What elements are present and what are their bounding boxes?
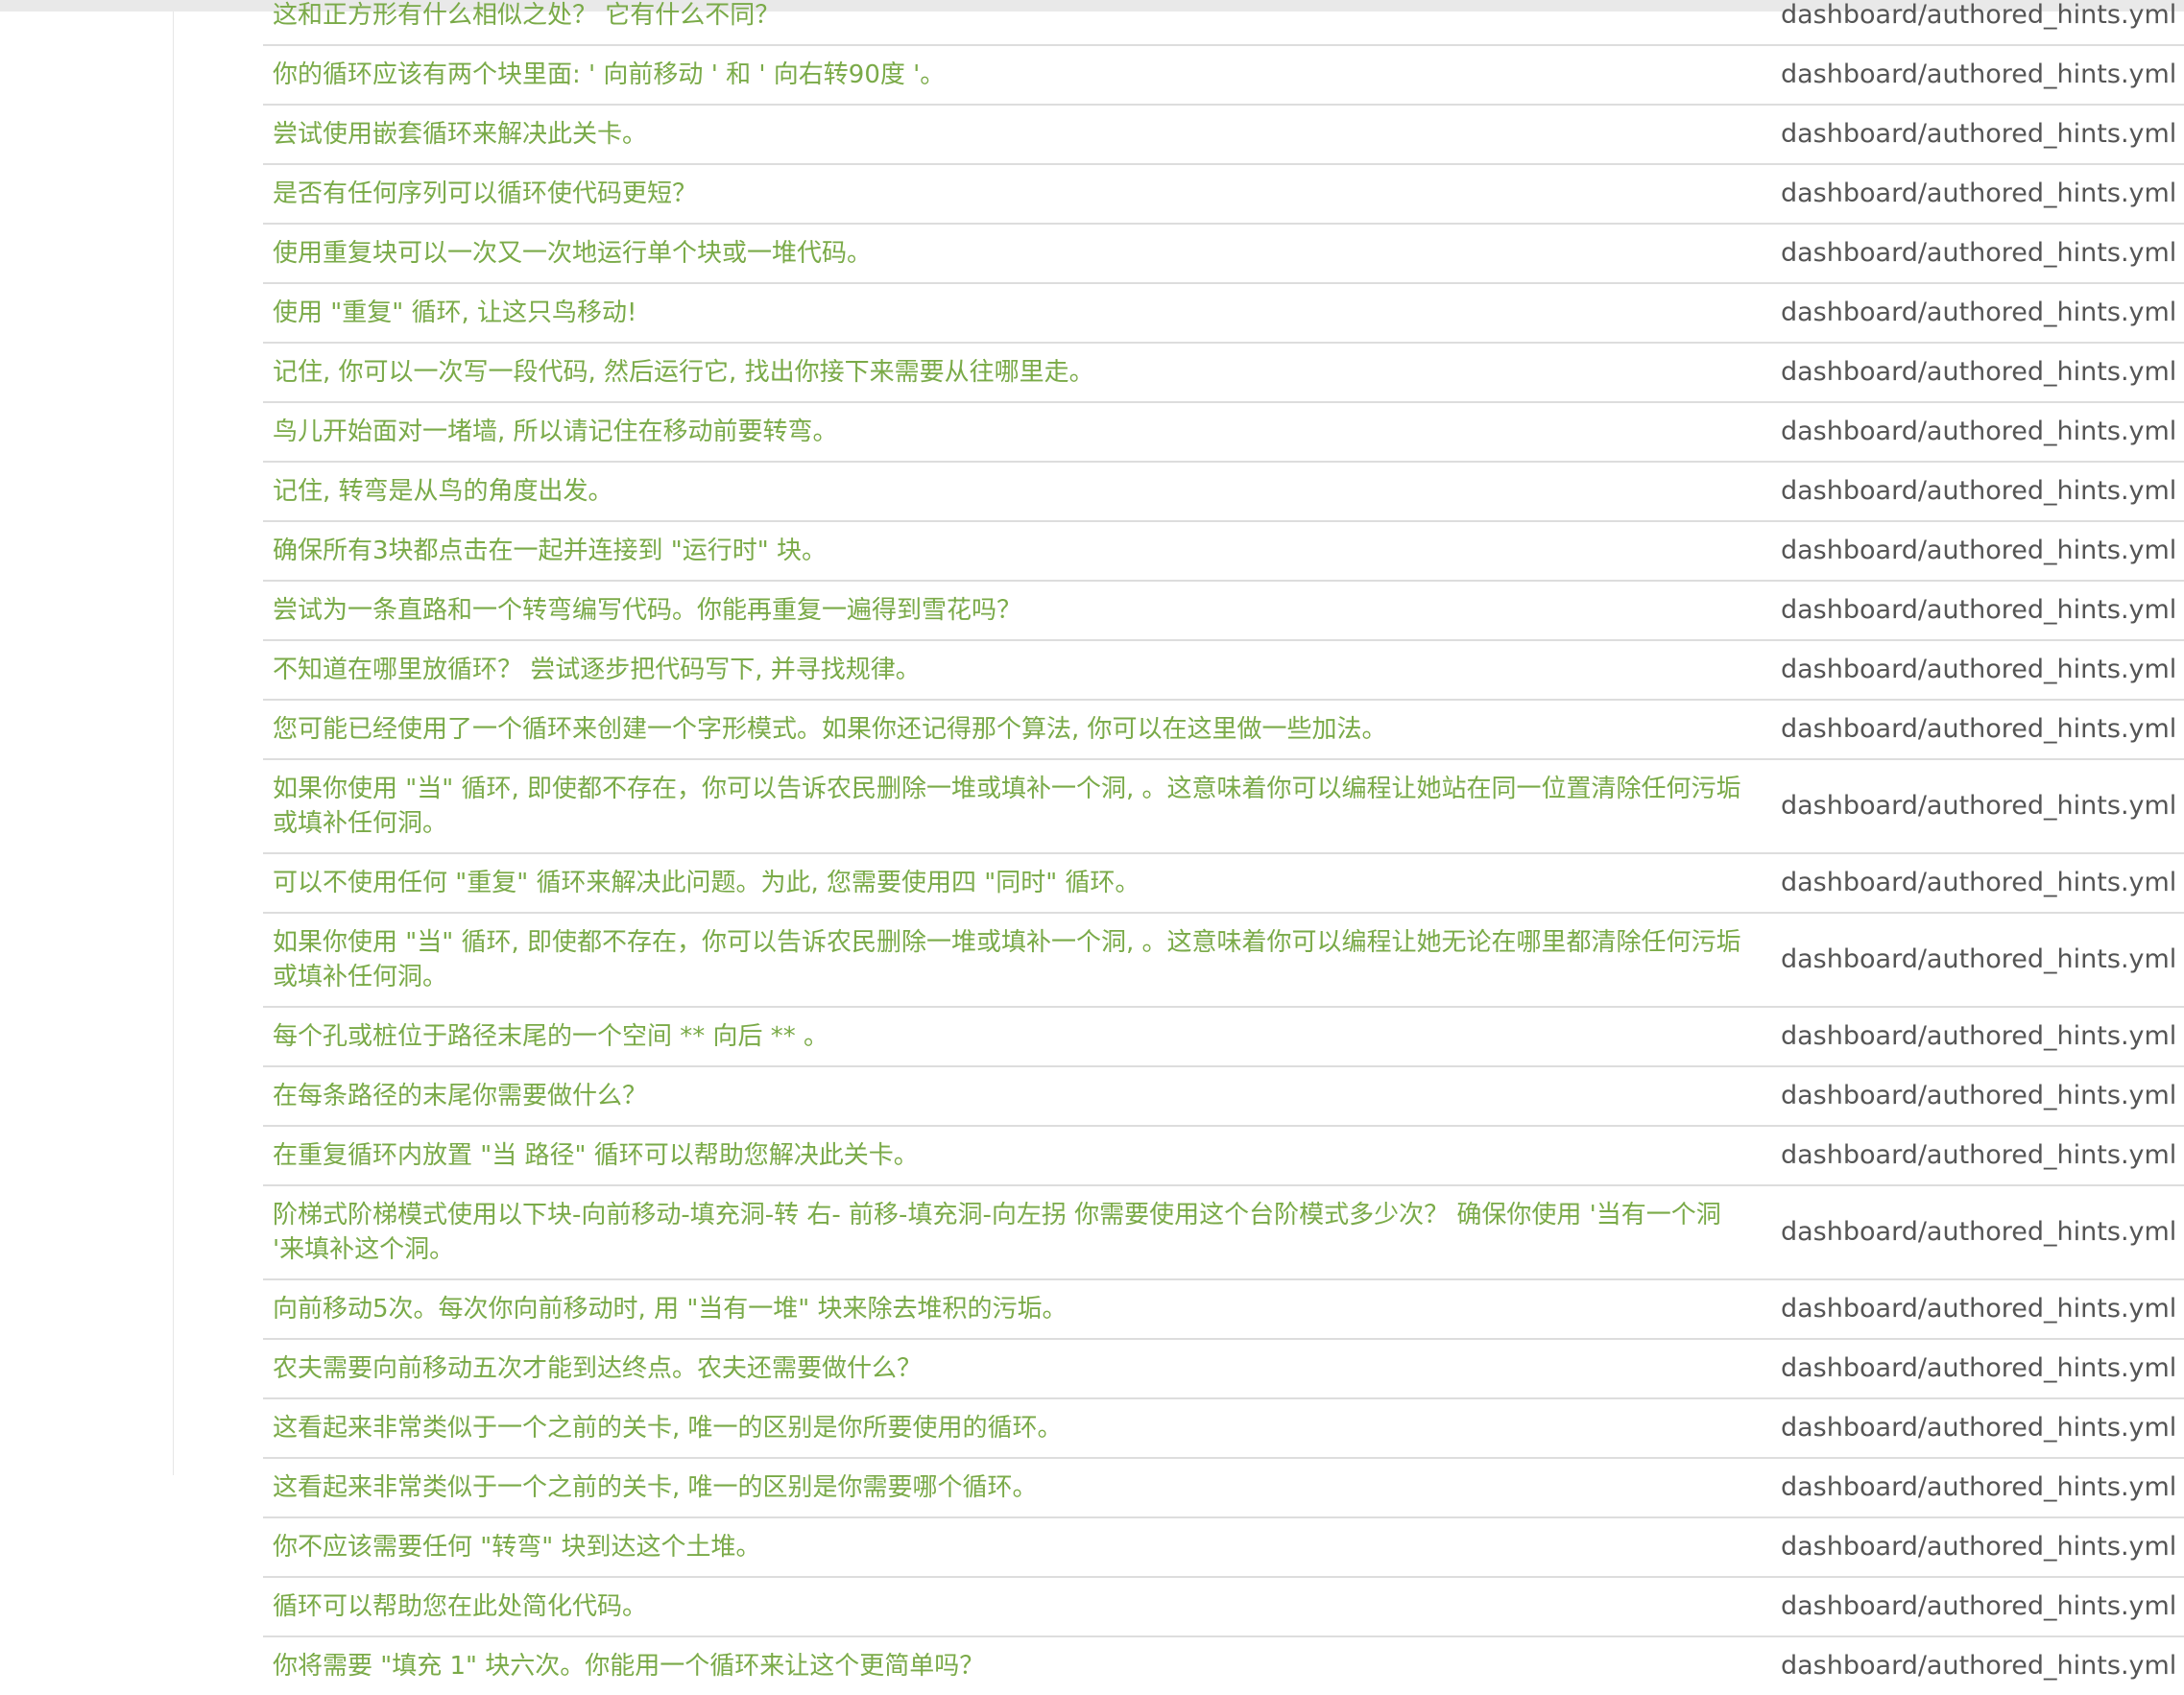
hint-text-link[interactable]: 不知道在哪里放循环？ 尝试逐步把代码写下, 并寻找规律。 [263,639,1756,700]
hint-text-link[interactable]: 阶梯式阶梯模式使用以下块-向前移动-填充洞-转 右- 前移-填充洞-向左拐 你需… [263,1184,1756,1279]
table-row: 是否有任何序列可以循环使代码更短？ dashboard/authored_hint… [263,163,2184,224]
hint-text-link[interactable]: 尝试使用嵌套循环来解决此关卡。 [263,104,1756,164]
hint-source-file: dashboard/authored_hints.yml [1756,1635,2184,1695]
hint-text-link[interactable]: 是否有任何序列可以循环使代码更短？ [263,163,1756,224]
left-gutter [0,12,173,1475]
hint-source-file: dashboard/authored_hints.yml [1756,852,2184,913]
table-row: 你将需要 "填充 1" 块六次。你能用一个循环来让这个更简单吗？ dashboar… [263,1635,2184,1695]
table-row: 确保所有3块都点击在一起并连接到 "运行时" 块。 dashboard/autho… [263,520,2184,581]
hint-text-link[interactable]: 鸟儿开始面对一堵墙, 所以请记住在移动前要转弯。 [263,401,1756,462]
hint-text-link[interactable]: 如果你使用 "当" 循环, 即使都不存在，你可以告诉农民删除一堆或填补一个洞, … [263,758,1756,853]
hints-table: 这和正方形有什么相似之处？ 它有什么不同？ dashboard/authored_… [263,0,2184,1695]
table-row: 使用 "重复" 循环, 让这只鸟移动! dashboard/authored_hi… [263,282,2184,343]
table-row: 如果你使用 "当" 循环, 即使都不存在，你可以告诉农民删除一堆或填补一个洞, … [263,912,2184,1007]
hint-source-file: dashboard/authored_hints.yml [1756,520,2184,581]
hint-text-link[interactable]: 向前移动5次。每次你向前移动时, 用 "当有一堆" 块来除去堆积的污垢。 [263,1278,1756,1339]
hint-source-file: dashboard/authored_hints.yml [1756,342,2184,402]
hint-source-file: dashboard/authored_hints.yml [1756,0,2184,45]
hint-text-link[interactable]: 循环可以帮助您在此处简化代码。 [263,1576,1756,1636]
hint-text-link[interactable]: 如果你使用 "当" 循环, 即使都不存在，你可以告诉农民删除一堆或填补一个洞, … [263,912,1756,1007]
hint-source-file: dashboard/authored_hints.yml [1756,461,2184,521]
hint-text-link[interactable]: 农夫需要向前移动五次才能到达终点。农夫还需要做什么？ [263,1338,1756,1398]
table-row: 在重复循环内放置 "当 路径" 循环可以帮助您解决此关卡。 dashboard/a… [263,1125,2184,1185]
hint-source-file: dashboard/authored_hints.yml [1756,912,2184,1007]
table-row: 阶梯式阶梯模式使用以下块-向前移动-填充洞-转 右- 前移-填充洞-向左拐 你需… [263,1184,2184,1279]
hint-source-file: dashboard/authored_hints.yml [1756,699,2184,759]
table-row: 在每条路径的末尾你需要做什么？ dashboard/authored_hints.… [263,1065,2184,1126]
hint-text-link[interactable]: 记住, 你可以一次写一段代码, 然后运行它, 找出你接下来需要从往哪里走。 [263,342,1756,402]
hint-source-file: dashboard/authored_hints.yml [1756,44,2184,105]
hint-source-file: dashboard/authored_hints.yml [1756,1516,2184,1577]
hint-source-file: dashboard/authored_hints.yml [1756,1125,2184,1185]
hint-source-file: dashboard/authored_hints.yml [1756,104,2184,164]
hint-text-link[interactable]: 这和正方形有什么相似之处？ 它有什么不同？ [263,0,1756,45]
table-row: 记住, 转弯是从鸟的角度出发。 dashboard/authored_hints.… [263,461,2184,521]
table-row: 可以不使用任何 "重复" 循环来解决此问题。为此, 您需要使用四 "同时" 循环… [263,852,2184,913]
hint-text-link[interactable]: 可以不使用任何 "重复" 循环来解决此问题。为此, 您需要使用四 "同时" 循环… [263,852,1756,913]
hint-source-file: dashboard/authored_hints.yml [1756,223,2184,283]
hint-text-link[interactable]: 记住, 转弯是从鸟的角度出发。 [263,461,1756,521]
hint-source-file: dashboard/authored_hints.yml [1756,758,2184,853]
hint-text-link[interactable]: 你的循环应该有两个块里面: ' 向前移动 ' 和 ' 向右转90度 '。 [263,44,1756,105]
hint-text-link[interactable]: 使用重复块可以一次又一次地运行单个块或一堆代码。 [263,223,1756,283]
hint-source-file: dashboard/authored_hints.yml [1756,282,2184,343]
table-row: 不知道在哪里放循环？ 尝试逐步把代码写下, 并寻找规律。 dashboard/au… [263,639,2184,700]
hint-source-file: dashboard/authored_hints.yml [1756,1397,2184,1458]
table-row: 循环可以帮助您在此处简化代码。 dashboard/authored_hints.… [263,1576,2184,1636]
hint-text-link[interactable]: 在重复循环内放置 "当 路径" 循环可以帮助您解决此关卡。 [263,1125,1756,1185]
hint-source-file: dashboard/authored_hints.yml [1756,639,2184,700]
hint-text-link[interactable]: 这看起来非常类似于一个之前的关卡, 唯一的区别是你所要使用的循环。 [263,1397,1756,1458]
hint-text-link[interactable]: 确保所有3块都点击在一起并连接到 "运行时" 块。 [263,520,1756,581]
table-row: 这看起来非常类似于一个之前的关卡, 唯一的区别是你需要哪个循环。 dashboar… [263,1457,2184,1517]
hint-source-file: dashboard/authored_hints.yml [1756,1576,2184,1636]
hint-source-file: dashboard/authored_hints.yml [1756,1338,2184,1398]
hints-table-body: 这和正方形有什么相似之处？ 它有什么不同？ dashboard/authored_… [263,0,2184,1695]
hint-text-link[interactable]: 你将需要 "填充 1" 块六次。你能用一个循环来让这个更简单吗？ [263,1635,1756,1695]
hint-text-link[interactable]: 使用 "重复" 循环, 让这只鸟移动! [263,282,1756,343]
table-row: 农夫需要向前移动五次才能到达终点。农夫还需要做什么？ dashboard/auth… [263,1338,2184,1398]
hint-text-link[interactable]: 在每条路径的末尾你需要做什么？ [263,1065,1756,1126]
table-row: 如果你使用 "当" 循环, 即使都不存在，你可以告诉农民删除一堆或填补一个洞, … [263,758,2184,853]
table-row: 这和正方形有什么相似之处？ 它有什么不同？ dashboard/authored_… [263,0,2184,45]
table-row: 这看起来非常类似于一个之前的关卡, 唯一的区别是你所要使用的循环。 dashboa… [263,1397,2184,1458]
hint-text-link[interactable]: 尝试为一条直路和一个转弯编写代码。你能再重复一遍得到雪花吗？ [263,580,1756,640]
table-row: 每个孔或桩位于路径末尾的一个空间 ** 向后 ** 。 dashboard/aut… [263,1006,2184,1066]
table-row: 您可能已经使用了一个循环来创建一个字形模式。如果你还记得那个算法, 你可以在这里… [263,699,2184,759]
hint-source-file: dashboard/authored_hints.yml [1756,1006,2184,1066]
hint-source-file: dashboard/authored_hints.yml [1756,1184,2184,1279]
table-row: 使用重复块可以一次又一次地运行单个块或一堆代码。 dashboard/author… [263,223,2184,283]
hint-text-link[interactable]: 这看起来非常类似于一个之前的关卡, 唯一的区别是你需要哪个循环。 [263,1457,1756,1517]
table-row: 你不应该需要任何 "转弯" 块到达这个土堆。 dashboard/authored… [263,1516,2184,1577]
hint-text-link[interactable]: 每个孔或桩位于路径末尾的一个空间 ** 向后 ** 。 [263,1006,1756,1066]
hint-source-file: dashboard/authored_hints.yml [1756,1065,2184,1126]
hint-source-file: dashboard/authored_hints.yml [1756,401,2184,462]
hint-source-file: dashboard/authored_hints.yml [1756,163,2184,224]
hint-text-link[interactable]: 您可能已经使用了一个循环来创建一个字形模式。如果你还记得那个算法, 你可以在这里… [263,699,1756,759]
hint-source-file: dashboard/authored_hints.yml [1756,580,2184,640]
table-row: 向前移动5次。每次你向前移动时, 用 "当有一堆" 块来除去堆积的污垢。 dash… [263,1278,2184,1339]
table-row: 鸟儿开始面对一堵墙, 所以请记住在移动前要转弯。 dashboard/author… [263,401,2184,462]
hint-source-file: dashboard/authored_hints.yml [1756,1457,2184,1517]
hint-source-file: dashboard/authored_hints.yml [1756,1278,2184,1339]
table-row: 你的循环应该有两个块里面: ' 向前移动 ' 和 ' 向右转90度 '。 dash… [263,44,2184,105]
table-row: 记住, 你可以一次写一段代码, 然后运行它, 找出你接下来需要从往哪里走。 das… [263,342,2184,402]
hint-text-link[interactable]: 你不应该需要任何 "转弯" 块到达这个土堆。 [263,1516,1756,1577]
table-row: 尝试为一条直路和一个转弯编写代码。你能再重复一遍得到雪花吗？ dashboard/… [263,580,2184,640]
hints-table-container: 这和正方形有什么相似之处？ 它有什么不同？ dashboard/authored_… [263,0,2184,1695]
table-row: 尝试使用嵌套循环来解决此关卡。 dashboard/authored_hints.… [263,104,2184,164]
